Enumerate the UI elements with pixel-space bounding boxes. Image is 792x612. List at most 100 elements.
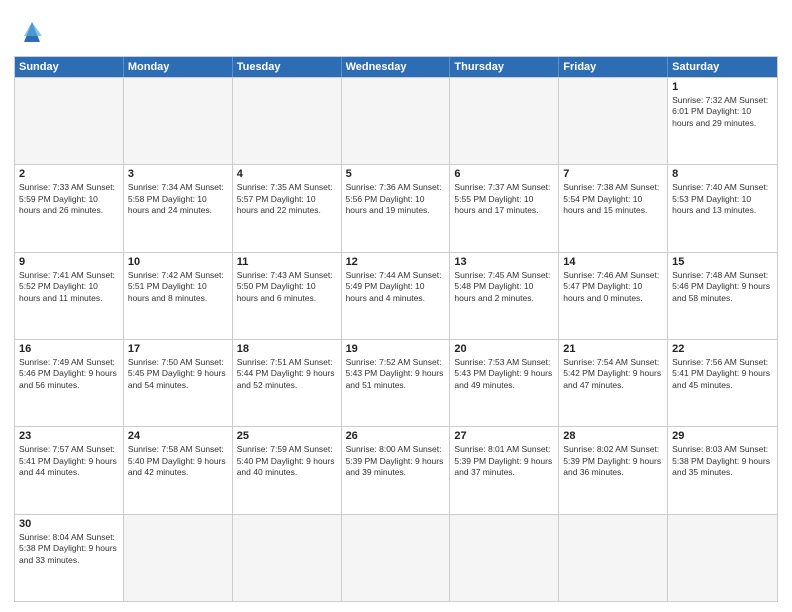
day-info: Sunrise: 7:43 AM Sunset: 5:50 PM Dayligh…	[237, 270, 337, 304]
day-info: Sunrise: 7:48 AM Sunset: 5:46 PM Dayligh…	[672, 270, 773, 304]
calendar-cell: 29 Sunrise: 8:03 AM Sunset: 5:38 PM Dayli…	[668, 427, 777, 513]
day-number: 19	[346, 343, 446, 355]
calendar-row: 9Sunrise: 7:41 AM Sunset: 5:52 PM Daylig…	[15, 252, 777, 339]
calendar-cell: 6Sunrise: 7:37 AM Sunset: 5:55 PM Daylig…	[450, 165, 559, 251]
day-number: 8	[672, 168, 773, 180]
cal-header-day: Monday	[124, 57, 233, 77]
calendar-cell: 16 Sunrise: 7:49 AM Sunset: 5:46 PM Dayli…	[15, 340, 124, 426]
page: SundayMondayTuesdayWednesdayThursdayFrid…	[0, 0, 792, 612]
calendar-cell	[450, 515, 559, 601]
day-info: Sunrise: 7:52 AM Sunset: 5:43 PM Dayligh…	[346, 357, 446, 391]
day-info: Sunrise: 7:51 AM Sunset: 5:44 PM Dayligh…	[237, 357, 337, 391]
calendar-cell: 23Sunrise: 7:57 AM Sunset: 5:41 PM Dayli…	[15, 427, 124, 513]
cal-header-day: Saturday	[668, 57, 777, 77]
cal-header-day: Wednesday	[342, 57, 451, 77]
calendar-row: 16 Sunrise: 7:49 AM Sunset: 5:46 PM Dayli…	[15, 339, 777, 426]
day-number: 27	[454, 430, 554, 442]
day-info: Sunrise: 7:40 AM Sunset: 5:53 PM Dayligh…	[672, 182, 773, 216]
calendar-cell: 8 Sunrise: 7:40 AM Sunset: 5:53 PM Daylig…	[668, 165, 777, 251]
calendar-cell: 14Sunrise: 7:46 AM Sunset: 5:47 PM Dayli…	[559, 253, 668, 339]
day-number: 15	[672, 256, 773, 268]
calendar-cell	[233, 515, 342, 601]
day-number: 5	[346, 168, 446, 180]
day-info: Sunrise: 7:44 AM Sunset: 5:49 PM Dayligh…	[346, 270, 446, 304]
calendar-cell	[559, 515, 668, 601]
day-number: 29	[672, 430, 773, 442]
day-info: Sunrise: 8:02 AM Sunset: 5:39 PM Dayligh…	[563, 444, 663, 478]
calendar: SundayMondayTuesdayWednesdayThursdayFrid…	[14, 56, 778, 602]
calendar-cell	[342, 78, 451, 164]
day-number: 18	[237, 343, 337, 355]
day-number: 20	[454, 343, 554, 355]
day-number: 17	[128, 343, 228, 355]
day-number: 12	[346, 256, 446, 268]
day-info: Sunrise: 7:36 AM Sunset: 5:56 PM Dayligh…	[346, 182, 446, 216]
calendar-cell	[559, 78, 668, 164]
calendar-cell	[342, 515, 451, 601]
calendar-cell: 7 Sunrise: 7:38 AM Sunset: 5:54 PM Daylig…	[559, 165, 668, 251]
day-number: 30	[19, 518, 119, 530]
calendar-cell	[124, 78, 233, 164]
day-number: 16	[19, 343, 119, 355]
calendar-cell: 27Sunrise: 8:01 AM Sunset: 5:39 PM Dayli…	[450, 427, 559, 513]
calendar-cell: 1 Sunrise: 7:32 AM Sunset: 6:01 PM Daylig…	[668, 78, 777, 164]
day-info: Sunrise: 7:59 AM Sunset: 5:40 PM Dayligh…	[237, 444, 337, 478]
day-info: Sunrise: 7:42 AM Sunset: 5:51 PM Dayligh…	[128, 270, 228, 304]
day-number: 26	[346, 430, 446, 442]
day-info: Sunrise: 7:35 AM Sunset: 5:57 PM Dayligh…	[237, 182, 337, 216]
calendar-cell: 30 Sunrise: 8:04 AM Sunset: 5:38 PM Dayli…	[15, 515, 124, 601]
calendar-body: 1 Sunrise: 7:32 AM Sunset: 6:01 PM Daylig…	[15, 77, 777, 601]
day-info: Sunrise: 7:49 AM Sunset: 5:46 PM Dayligh…	[19, 357, 119, 391]
cal-header-day: Tuesday	[233, 57, 342, 77]
logo	[14, 14, 54, 50]
calendar-cell: 4 Sunrise: 7:35 AM Sunset: 5:57 PM Daylig…	[233, 165, 342, 251]
calendar-cell: 18 Sunrise: 7:51 AM Sunset: 5:44 PM Dayli…	[233, 340, 342, 426]
day-info: Sunrise: 7:50 AM Sunset: 5:45 PM Dayligh…	[128, 357, 228, 391]
header	[14, 10, 778, 50]
day-info: Sunrise: 8:04 AM Sunset: 5:38 PM Dayligh…	[19, 532, 119, 566]
day-number: 10	[128, 256, 228, 268]
day-info: Sunrise: 7:37 AM Sunset: 5:55 PM Dayligh…	[454, 182, 554, 216]
calendar-cell: 26 Sunrise: 8:00 AM Sunset: 5:39 PM Dayli…	[342, 427, 451, 513]
day-info: Sunrise: 7:32 AM Sunset: 6:01 PM Dayligh…	[672, 95, 773, 129]
calendar-cell	[450, 78, 559, 164]
logo-icon	[14, 14, 50, 50]
day-info: Sunrise: 7:38 AM Sunset: 5:54 PM Dayligh…	[563, 182, 663, 216]
day-number: 24	[128, 430, 228, 442]
day-number: 22	[672, 343, 773, 355]
calendar-cell	[15, 78, 124, 164]
day-info: Sunrise: 7:46 AM Sunset: 5:47 PM Dayligh…	[563, 270, 663, 304]
cal-header-day: Friday	[559, 57, 668, 77]
calendar-cell: 12 Sunrise: 7:44 AM Sunset: 5:49 PM Dayli…	[342, 253, 451, 339]
calendar-row: 2 Sunrise: 7:33 AM Sunset: 5:59 PM Daylig…	[15, 164, 777, 251]
calendar-cell: 13Sunrise: 7:45 AM Sunset: 5:48 PM Dayli…	[450, 253, 559, 339]
day-number: 4	[237, 168, 337, 180]
calendar-cell: 28 Sunrise: 8:02 AM Sunset: 5:39 PM Dayli…	[559, 427, 668, 513]
day-number: 28	[563, 430, 663, 442]
day-info: Sunrise: 7:53 AM Sunset: 5:43 PM Dayligh…	[454, 357, 554, 391]
calendar-cell	[233, 78, 342, 164]
day-info: Sunrise: 8:03 AM Sunset: 5:38 PM Dayligh…	[672, 444, 773, 478]
calendar-cell: 10 Sunrise: 7:42 AM Sunset: 5:51 PM Dayli…	[124, 253, 233, 339]
day-info: Sunrise: 7:57 AM Sunset: 5:41 PM Dayligh…	[19, 444, 119, 478]
day-number: 25	[237, 430, 337, 442]
day-number: 7	[563, 168, 663, 180]
calendar-cell: 25 Sunrise: 7:59 AM Sunset: 5:40 PM Dayli…	[233, 427, 342, 513]
cal-header-day: Thursday	[450, 57, 559, 77]
day-info: Sunrise: 7:58 AM Sunset: 5:40 PM Dayligh…	[128, 444, 228, 478]
day-info: Sunrise: 8:00 AM Sunset: 5:39 PM Dayligh…	[346, 444, 446, 478]
calendar-cell: 21Sunrise: 7:54 AM Sunset: 5:42 PM Dayli…	[559, 340, 668, 426]
day-number: 2	[19, 168, 119, 180]
day-info: Sunrise: 7:41 AM Sunset: 5:52 PM Dayligh…	[19, 270, 119, 304]
calendar-row: 30 Sunrise: 8:04 AM Sunset: 5:38 PM Dayli…	[15, 514, 777, 601]
day-info: Sunrise: 7:45 AM Sunset: 5:48 PM Dayligh…	[454, 270, 554, 304]
calendar-header: SundayMondayTuesdayWednesdayThursdayFrid…	[15, 57, 777, 77]
calendar-cell	[124, 515, 233, 601]
day-info: Sunrise: 7:33 AM Sunset: 5:59 PM Dayligh…	[19, 182, 119, 216]
calendar-cell	[668, 515, 777, 601]
calendar-cell: 22Sunrise: 7:56 AM Sunset: 5:41 PM Dayli…	[668, 340, 777, 426]
day-number: 1	[672, 81, 773, 93]
day-number: 11	[237, 256, 337, 268]
calendar-cell: 9Sunrise: 7:41 AM Sunset: 5:52 PM Daylig…	[15, 253, 124, 339]
calendar-cell: 11 Sunrise: 7:43 AM Sunset: 5:50 PM Dayli…	[233, 253, 342, 339]
